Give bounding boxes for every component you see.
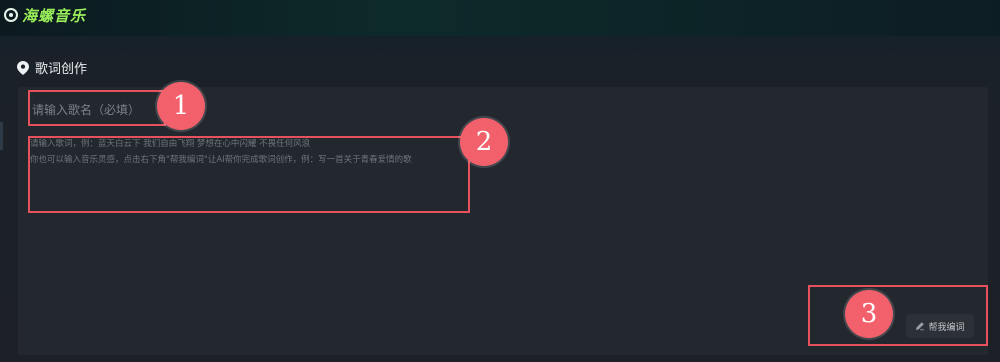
location-pin-icon: [17, 60, 29, 75]
lyrics-textarea[interactable]: [30, 136, 470, 206]
annotation-badge-2: 2: [460, 118, 508, 166]
section-title: 歌词创作: [35, 62, 88, 77]
pen-icon: [916, 322, 925, 331]
section-header: 歌词创作: [17, 58, 87, 77]
top-bar: 海螺音乐: [0, 0, 1000, 36]
annotation-number-1: 1: [172, 91, 190, 121]
app-window: 海螺音乐 歌词创作 帮我编词 1 2 3: [0, 0, 1000, 362]
annotation-badge-3: 3: [845, 290, 893, 338]
help-write-lyrics-button[interactable]: 帮我编词: [906, 314, 974, 338]
annotation-number-2: 2: [475, 127, 493, 157]
annotation-badge-1: 1: [157, 82, 205, 130]
app-logo-text: 海螺音乐: [22, 7, 87, 25]
help-button-label: 帮我编词: [928, 322, 965, 333]
sidebar-edge-handle: [0, 122, 3, 150]
logo-icon: [4, 8, 18, 22]
annotation-number-3: 3: [860, 299, 878, 329]
